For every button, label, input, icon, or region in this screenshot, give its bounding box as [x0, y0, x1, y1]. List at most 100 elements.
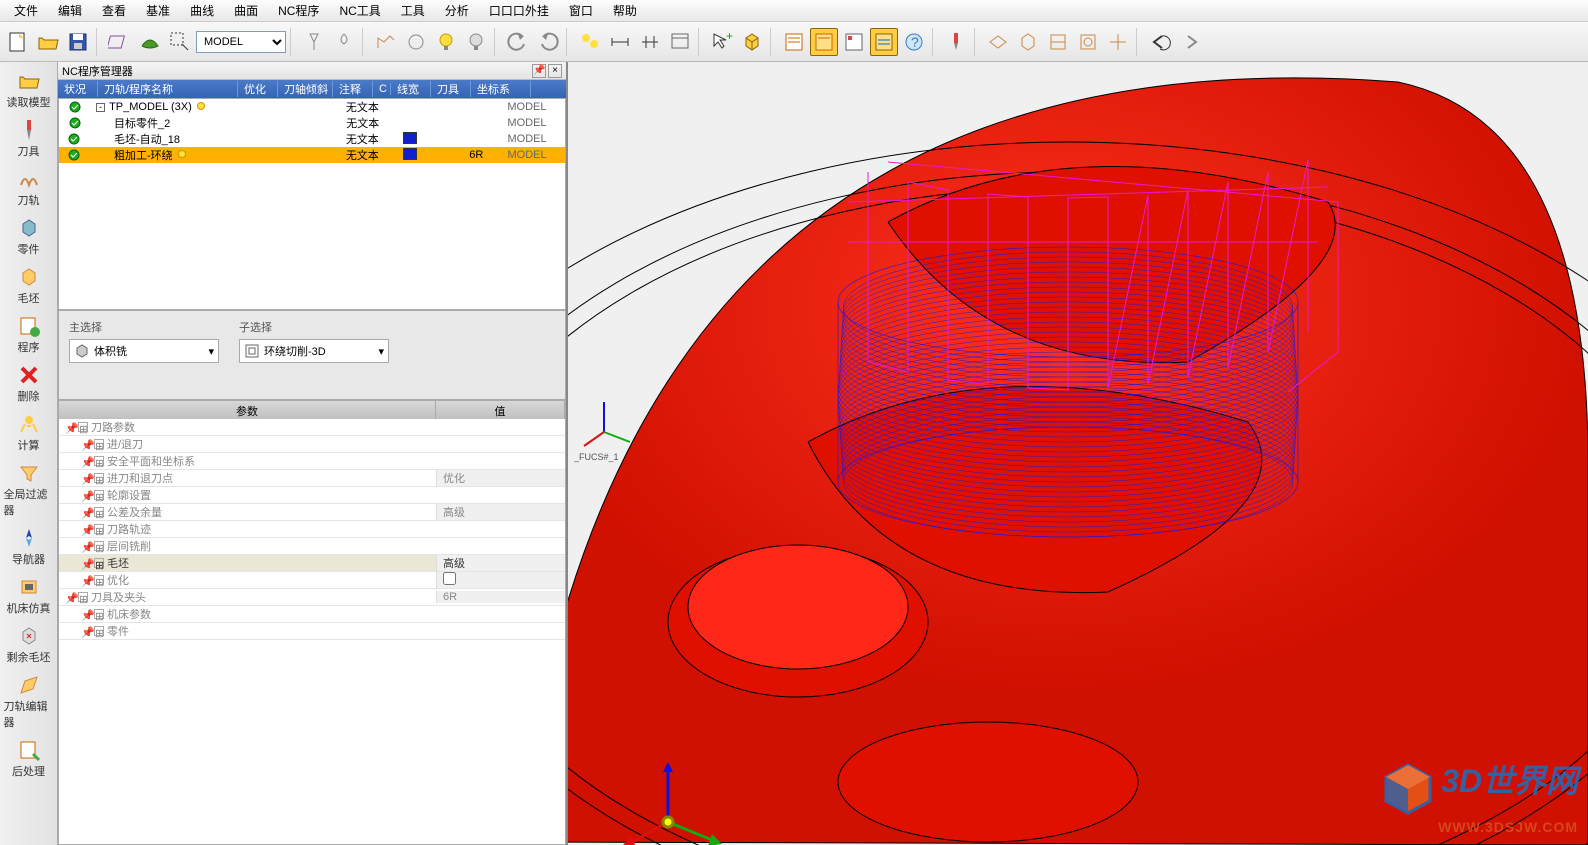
tree-row[interactable]: - TP_MODEL (3X) 无文本MODEL: [59, 99, 565, 115]
menu-surface[interactable]: 曲面: [224, 0, 268, 21]
open-file-button[interactable]: [34, 28, 62, 56]
sidebar-toolpath[interactable]: 刀轨: [4, 164, 54, 211]
list3-button[interactable]: [840, 28, 868, 56]
graph1-button[interactable]: [372, 28, 400, 56]
sidebar-remain-stock[interactable]: 剩余毛坯: [4, 621, 54, 668]
help-button[interactable]: ?: [900, 28, 928, 56]
menu-help[interactable]: 帮助: [603, 0, 647, 21]
menu-nctool[interactable]: NC工具: [329, 0, 390, 21]
sidebar-delete[interactable]: 删除: [4, 360, 54, 407]
pin-button[interactable]: 📌: [532, 64, 546, 78]
cursor-plus-button[interactable]: +: [708, 28, 736, 56]
circle-button[interactable]: [402, 28, 430, 56]
param-value[interactable]: 高级: [436, 555, 565, 571]
model-select[interactable]: MODEL: [196, 31, 286, 53]
lights-button[interactable]: [576, 28, 604, 56]
param-value[interactable]: 6R: [436, 591, 565, 603]
param-value[interactable]: [436, 572, 565, 588]
param-name: 📌⊞ 安全平面和坐标系: [59, 453, 436, 469]
param-row[interactable]: 📌⊞ 零件: [59, 623, 565, 640]
param-row[interactable]: 📌⊞ 层间铣削: [59, 538, 565, 555]
bulb-on-button[interactable]: [432, 28, 460, 56]
tool-icon-button[interactable]: [942, 28, 970, 56]
left-sidebar: 读取模型 刀具 刀轨 零件 毛坯 程序 删除 计算 全局过滤器 导航器 机床仿真…: [0, 62, 58, 845]
param-row[interactable]: 📌⊞ 轮廓设置: [59, 487, 565, 504]
sidebar-calculate[interactable]: 计算: [4, 409, 54, 456]
forward-button[interactable]: [1176, 28, 1204, 56]
sidebar-navigator[interactable]: 导航器: [4, 523, 54, 570]
undo-button[interactable]: [504, 28, 532, 56]
list1-button[interactable]: [780, 28, 808, 56]
sub-select-label: 子选择: [239, 319, 389, 335]
param-row[interactable]: 📌⊞ 进/退刀: [59, 436, 565, 453]
iso1-button[interactable]: [984, 28, 1012, 56]
param-row[interactable]: 📌⊞ 优化: [59, 572, 565, 589]
svg-text:_FUCS#_1: _FUCS#_1: [573, 452, 619, 462]
sidebar-program[interactable]: 程序: [4, 311, 54, 358]
list4-button[interactable]: [870, 28, 898, 56]
sidebar-read-model[interactable]: 读取模型: [4, 66, 54, 113]
param-row[interactable]: 📌⊞ 刀路轨迹: [59, 521, 565, 538]
sidebar-path-editor[interactable]: 刀轨编辑器: [4, 670, 54, 733]
param-name: 📌⊞ 刀具及夹头: [59, 589, 436, 605]
param-row[interactable]: 📌⊞ 毛坯高级: [59, 555, 565, 572]
bulb-off-button[interactable]: [462, 28, 490, 56]
model-picker-button[interactable]: [166, 28, 194, 56]
menu-file[interactable]: 文件: [4, 0, 48, 21]
lamp2-button[interactable]: [330, 28, 358, 56]
param-row[interactable]: 📌⊞ 刀具及夹头6R: [59, 589, 565, 606]
param-row[interactable]: 📌⊞ 进刀和退刀点优化: [59, 470, 565, 487]
plane-button[interactable]: [106, 28, 134, 56]
measure1-button[interactable]: [606, 28, 634, 56]
measure2-button[interactable]: [636, 28, 664, 56]
close-panel-button[interactable]: ×: [548, 64, 562, 78]
list2-button[interactable]: [810, 28, 838, 56]
menu-plugin[interactable]: 口口口外挂: [479, 0, 559, 21]
sidebar-tool[interactable]: 刀具: [4, 115, 54, 162]
status-icon: [63, 101, 86, 113]
param-row[interactable]: 📌⊞ 刀路参数: [59, 419, 565, 436]
tree-row[interactable]: 粗加工-环绕 无文本6RMODEL: [59, 147, 565, 163]
tree-coord: MODEL: [508, 149, 565, 161]
tree-body[interactable]: - TP_MODEL (3X) 无文本MODEL 目标零件_2无文本MODEL …: [58, 98, 566, 310]
tree-row[interactable]: 毛坯-自动_18无文本MODEL: [59, 131, 565, 147]
param-row[interactable]: 📌⊞ 公差及余量高级: [59, 504, 565, 521]
redo-button[interactable]: [534, 28, 562, 56]
iso4-button[interactable]: [1074, 28, 1102, 56]
menu-edit[interactable]: 编辑: [48, 0, 92, 21]
menu-window[interactable]: 窗口: [559, 0, 603, 21]
menu-tool[interactable]: 工具: [391, 0, 435, 21]
svg-text:+: +: [726, 30, 733, 43]
surface-button[interactable]: [136, 28, 164, 56]
param-value[interactable]: 优化: [436, 470, 565, 486]
main-select[interactable]: 体积铣▾: [69, 339, 219, 363]
param-name: 📌⊞ 机床参数: [59, 606, 436, 622]
sidebar-global-filter[interactable]: 全局过滤器: [4, 458, 54, 521]
menu-analysis[interactable]: 分析: [435, 0, 479, 21]
menu-datum[interactable]: 基准: [136, 0, 180, 21]
lamp1-button[interactable]: [300, 28, 328, 56]
cube-button[interactable]: [738, 28, 766, 56]
save-button[interactable]: [64, 28, 92, 56]
tree-comment: 无文本: [346, 131, 403, 147]
param-row[interactable]: 📌⊞ 安全平面和坐标系: [59, 453, 565, 470]
sidebar-postprocess[interactable]: 后处理: [4, 735, 54, 782]
param-value[interactable]: 高级: [436, 504, 565, 520]
tree-row[interactable]: 目标零件_2无文本MODEL: [59, 115, 565, 131]
iso2-button[interactable]: [1014, 28, 1042, 56]
remain-icon: [17, 624, 41, 648]
sub-select[interactable]: 环绕切削-3D▾: [239, 339, 389, 363]
window-button[interactable]: [666, 28, 694, 56]
menu-curve[interactable]: 曲线: [180, 0, 224, 21]
iso3-button[interactable]: [1044, 28, 1072, 56]
sidebar-machine-sim[interactable]: 机床仿真: [4, 572, 54, 619]
param-row[interactable]: 📌⊞ 机床参数: [59, 606, 565, 623]
sidebar-stock[interactable]: 毛坯: [4, 262, 54, 309]
iso5-button[interactable]: [1104, 28, 1132, 56]
rewind-button[interactable]: [1146, 28, 1174, 56]
3d-viewport[interactable]: _FUCS#_1 3D世界网 WWW.3DSJW.COM: [568, 62, 1588, 845]
new-file-button[interactable]: [4, 28, 32, 56]
menu-view[interactable]: 查看: [92, 0, 136, 21]
menu-ncprogram[interactable]: NC程序: [268, 0, 329, 21]
sidebar-part[interactable]: 零件: [4, 213, 54, 260]
